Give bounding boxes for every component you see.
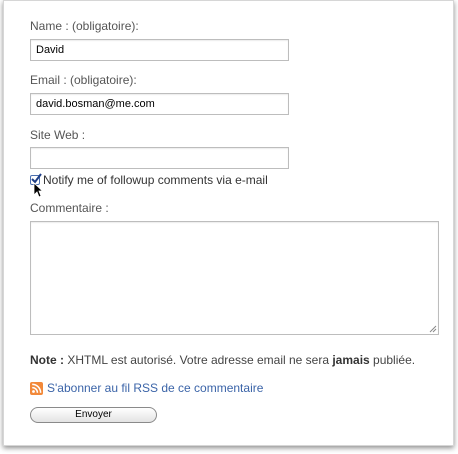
comment-label: Commentaire : bbox=[30, 201, 109, 215]
resize-grip-icon[interactable] bbox=[429, 325, 437, 333]
rss-icon[interactable] bbox=[30, 381, 43, 395]
comment-form-panel: Name : (obligatoire): David Email : (obl… bbox=[3, 0, 454, 446]
note-text: Note : XHTML est autorisé. Votre adresse… bbox=[30, 353, 415, 367]
name-label: Name : (obligatoire): bbox=[30, 19, 139, 33]
note-prefix: Note : bbox=[30, 353, 64, 367]
notify-label[interactable]: Notify me of followup comments via e-mai… bbox=[43, 173, 268, 187]
notify-row: Notify me of followup comments via e-mai… bbox=[30, 172, 268, 188]
website-label: Site Web : bbox=[30, 128, 86, 142]
rss-feed-glyph bbox=[32, 383, 42, 393]
mouse-cursor-icon bbox=[33, 182, 43, 198]
submit-button[interactable]: Envoyer bbox=[30, 407, 157, 423]
email-field[interactable]: david.bosman@me.com bbox=[30, 93, 289, 115]
note-text-before: XHTML est autorisé. Votre adresse email … bbox=[64, 353, 333, 367]
rss-subscribe: S'abonner au fil RSS de ce commentaire bbox=[30, 380, 263, 396]
email-label: Email : (obligatoire): bbox=[30, 73, 137, 87]
name-field[interactable]: David bbox=[30, 39, 289, 61]
note-emphasis: jamais bbox=[332, 353, 370, 367]
website-field[interactable] bbox=[30, 147, 289, 169]
rss-subscribe-link[interactable]: S'abonner au fil RSS de ce commentaire bbox=[47, 381, 263, 395]
note-text-after: publiée. bbox=[369, 353, 416, 367]
comment-textarea[interactable] bbox=[30, 221, 439, 335]
